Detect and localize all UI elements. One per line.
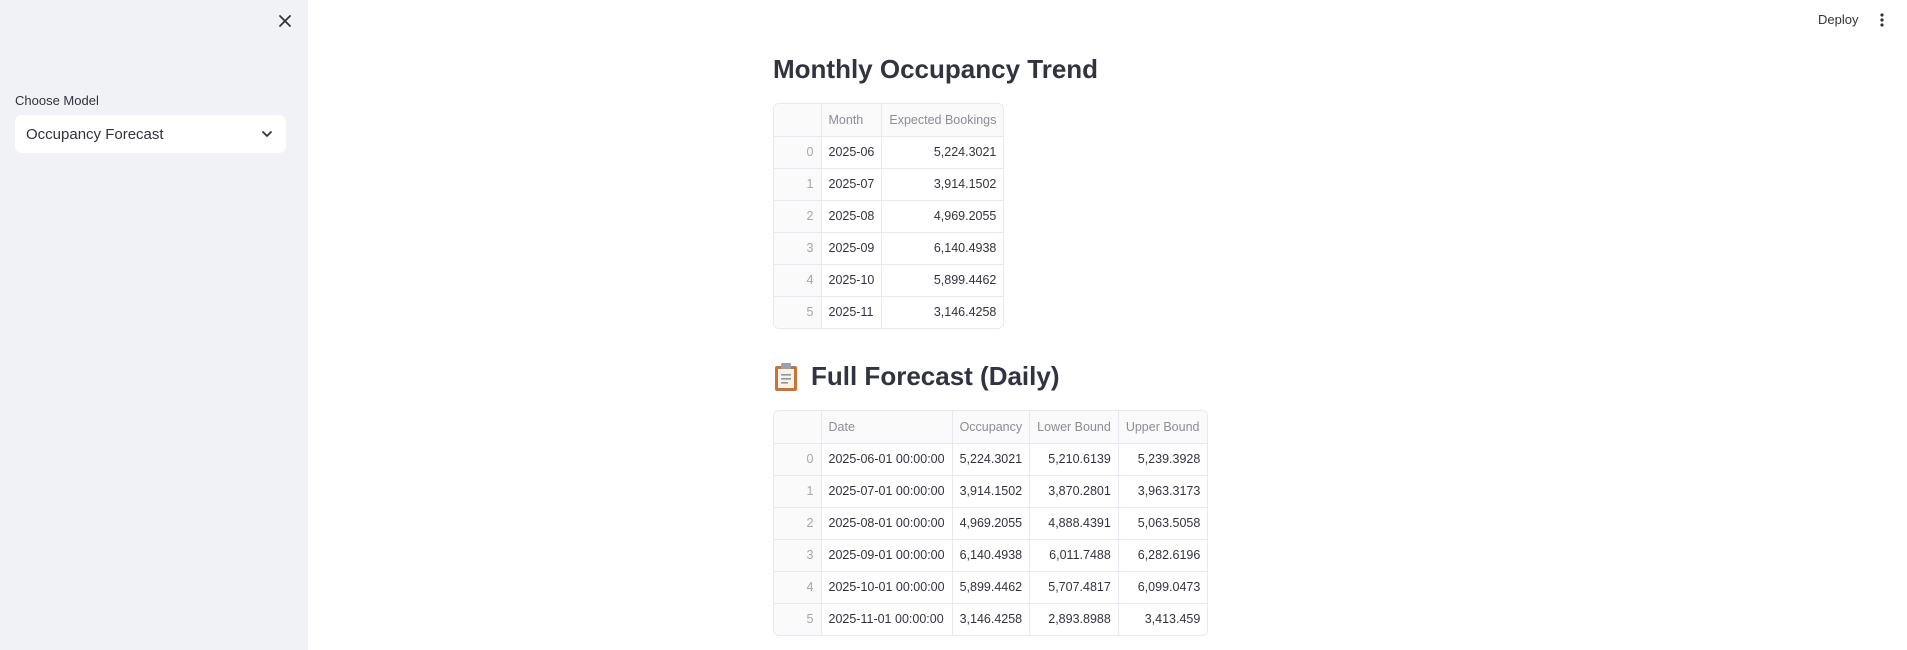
lower-bound-cell[interactable]: 3,870.2801 [1029, 475, 1119, 508]
table-row[interactable]: 5 2025-11 3,146.4258 [774, 296, 1003, 328]
table-row[interactable]: 4 2025-10 5,899.4462 [774, 264, 1004, 297]
table-row[interactable]: 4 2025-10-01 00:00:00 5,899.4462 5,707.4817… [774, 571, 1208, 604]
index-header [774, 104, 822, 137]
table-header-row: Date Occupancy Lower Bound Upper Bound [774, 411, 1208, 444]
upper-bound-cell[interactable]: 3,963.3173 [1118, 475, 1208, 508]
daily-forecast-table[interactable]: Date Occupancy Lower Bound Upper Bound 0… [773, 410, 1209, 636]
date-cell[interactable]: 2025-10-01 00:00:00 [821, 571, 953, 604]
lower-bound-cell[interactable]: 6,011.7488 [1029, 539, 1119, 572]
deploy-button[interactable]: Deploy [1818, 12, 1858, 27]
table-row[interactable]: 0 2025-06-01 00:00:00 5,224.3021 5,210.6139… [774, 443, 1208, 476]
column-header-occupancy[interactable]: Occupancy [952, 411, 1031, 444]
column-header-expected-bookings[interactable]: Expected Bookings [881, 104, 1004, 137]
row-index: 5 [774, 603, 822, 635]
column-header-lower-bound[interactable]: Lower Bound [1029, 411, 1119, 444]
date-cell[interactable]: 2025-11-01 00:00:00 [821, 603, 953, 635]
month-cell[interactable]: 2025-06 [821, 136, 883, 169]
table-row[interactable]: 3 2025-09 6,140.4938 [774, 232, 1004, 265]
table-row[interactable]: 2 2025-08 4,969.2055 [774, 200, 1004, 233]
expected-bookings-cell[interactable]: 4,969.2055 [881, 200, 1004, 233]
table-row[interactable]: 1 2025-07-01 00:00:00 3,914.1502 3,870.2801… [774, 475, 1208, 508]
row-index: 3 [774, 539, 822, 572]
month-cell[interactable]: 2025-10 [821, 264, 883, 297]
upper-bound-cell[interactable]: 5,239.3928 [1118, 443, 1208, 476]
row-index: 0 [774, 443, 822, 476]
row-index: 3 [774, 232, 822, 265]
more-vertical-icon [1880, 13, 1884, 27]
occupancy-cell[interactable]: 5,224.3021 [952, 443, 1031, 476]
expected-bookings-cell[interactable]: 5,899.4462 [881, 264, 1004, 297]
column-header-month[interactable]: Month [821, 104, 883, 137]
month-cell[interactable]: 2025-07 [821, 168, 883, 201]
row-index: 4 [774, 571, 822, 604]
row-index: 5 [774, 296, 822, 328]
occupancy-cell[interactable]: 4,969.2055 [952, 507, 1031, 540]
upper-bound-cell[interactable]: 6,099.0473 [1118, 571, 1208, 604]
close-sidebar-button[interactable] [276, 12, 294, 30]
row-index: 2 [774, 200, 822, 233]
daily-forecast-title-text: Full Forecast (Daily) [811, 361, 1060, 391]
clipboard-icon [775, 362, 797, 391]
occupancy-cell[interactable]: 5,899.4462 [952, 571, 1031, 604]
table-row[interactable]: 2 2025-08-01 00:00:00 4,969.2055 4,888.4391… [774, 507, 1208, 540]
date-cell[interactable]: 2025-07-01 00:00:00 [821, 475, 953, 508]
month-cell[interactable]: 2025-09 [821, 232, 883, 265]
row-index: 4 [774, 264, 822, 297]
expected-bookings-cell[interactable]: 3,146.4258 [882, 296, 1004, 328]
occupancy-cell[interactable]: 3,914.1502 [952, 475, 1031, 508]
upper-bound-cell[interactable]: 3,413.459 [1118, 603, 1207, 635]
table-row[interactable]: 1 2025-07 3,914.1502 [774, 168, 1004, 201]
sidebar: Choose Model Occupancy Forecast [0, 0, 308, 650]
row-index: 1 [774, 475, 822, 508]
chevron-down-icon [260, 127, 274, 141]
date-cell[interactable]: 2025-09-01 00:00:00 [821, 539, 953, 572]
daily-forecast-title: Full Forecast (Daily) [773, 361, 1060, 392]
expected-bookings-cell[interactable]: 3,914.1502 [881, 168, 1004, 201]
row-index: 0 [774, 136, 822, 169]
lower-bound-cell[interactable]: 5,210.6139 [1029, 443, 1119, 476]
occupancy-cell[interactable]: 3,146.4258 [952, 603, 1031, 635]
lower-bound-cell[interactable]: 4,888.4391 [1029, 507, 1119, 540]
close-icon [279, 15, 291, 27]
main-menu-button[interactable] [1877, 11, 1887, 29]
date-cell[interactable]: 2025-08-01 00:00:00 [821, 507, 953, 540]
monthly-trend-table[interactable]: Month Expected Bookings 0 2025-06 5,224.30… [773, 103, 1005, 329]
lower-bound-cell[interactable]: 2,893.8988 [1029, 603, 1119, 635]
month-cell[interactable]: 2025-08 [821, 200, 883, 233]
occupancy-cell[interactable]: 6,140.4938 [952, 539, 1031, 572]
model-select[interactable]: Occupancy Forecast [15, 115, 286, 153]
lower-bound-cell[interactable]: 5,707.4817 [1029, 571, 1119, 604]
upper-bound-cell[interactable]: 5,063.5058 [1118, 507, 1208, 540]
expected-bookings-cell[interactable]: 6,140.4938 [881, 232, 1004, 265]
table-row[interactable]: 5 2025-11-01 00:00:00 3,146.4258 2,893.8988… [774, 603, 1207, 635]
month-cell[interactable]: 2025-11 [821, 296, 883, 328]
model-select-value: Occupancy Forecast [26, 125, 164, 143]
table-row[interactable]: 3 2025-09-01 00:00:00 6,140.4938 6,011.7488… [774, 539, 1208, 572]
column-header-upper-bound[interactable]: Upper Bound [1118, 411, 1208, 444]
table-header-row: Month Expected Bookings [774, 104, 1004, 137]
column-header-date[interactable]: Date [821, 411, 953, 444]
monthly-trend-title: Monthly Occupancy Trend [773, 54, 1099, 84]
model-select-label: Choose Model [15, 93, 99, 108]
date-cell[interactable]: 2025-06-01 00:00:00 [821, 443, 953, 476]
expected-bookings-cell[interactable]: 5,224.3021 [881, 136, 1004, 169]
index-header [774, 411, 822, 444]
row-index: 1 [774, 168, 822, 201]
row-index: 2 [774, 507, 822, 540]
table-row[interactable]: 0 2025-06 5,224.3021 [774, 136, 1004, 169]
upper-bound-cell[interactable]: 6,282.6196 [1118, 539, 1208, 572]
